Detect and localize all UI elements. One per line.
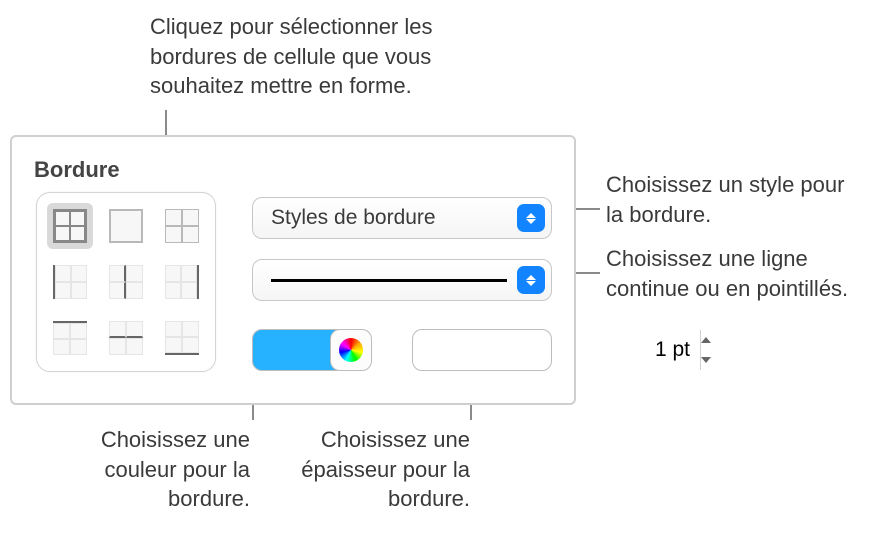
border-cell-right[interactable]: [159, 259, 205, 305]
thickness-down-button[interactable]: [701, 350, 711, 370]
border-thickness-stepper[interactable]: [412, 329, 552, 371]
border-panel: Bordure Styles de bordure: [10, 135, 576, 405]
border-cell-horiz[interactable]: [103, 315, 149, 361]
panel-title: Bordure: [34, 157, 120, 183]
border-cell-left[interactable]: [47, 259, 93, 305]
callout-thickness: Choisissez une épaisseur pour la bordure…: [270, 425, 470, 514]
border-cell-bottom[interactable]: [159, 315, 205, 361]
border-cell-top[interactable]: [47, 315, 93, 361]
border-cell-inner[interactable]: [159, 203, 205, 249]
border-cell-all[interactable]: [47, 203, 93, 249]
border-cell-outer[interactable]: [103, 203, 149, 249]
color-wheel-icon: [339, 338, 363, 362]
border-cell-vert[interactable]: [103, 259, 149, 305]
chevron-updown-icon: [517, 204, 545, 232]
callout-line: Choisissez une ligne continue ou en poin…: [606, 244, 856, 303]
thickness-up-button[interactable]: [701, 330, 711, 350]
callout-picker: Cliquez pour sélectionner les bordures d…: [150, 12, 520, 101]
line-style-dropdown[interactable]: [252, 259, 552, 301]
chevron-updown-icon: [517, 266, 545, 294]
line-preview: [271, 279, 507, 282]
color-wheel-button[interactable]: [330, 329, 372, 371]
thickness-spin: [700, 330, 711, 370]
thickness-input[interactable]: [413, 330, 700, 370]
border-style-label: Styles de bordure: [271, 206, 517, 230]
callout-style: Choisissez un style pour la bordure.: [606, 170, 856, 229]
border-style-dropdown[interactable]: Styles de bordure: [252, 197, 552, 239]
callout-color: Choisissez une couleur pour la bordure.: [60, 425, 250, 514]
border-picker: [36, 192, 216, 372]
